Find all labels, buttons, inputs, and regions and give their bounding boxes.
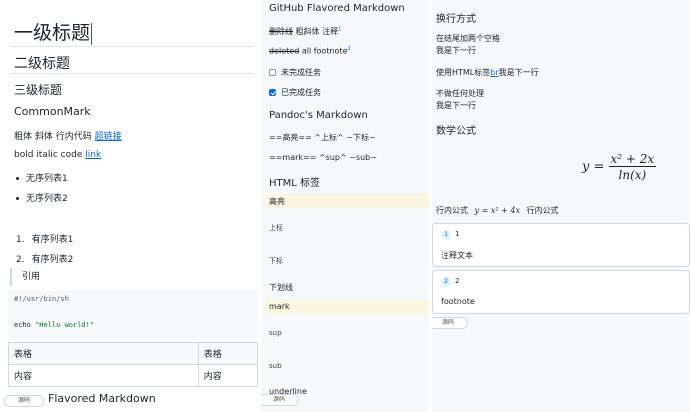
heading-gfm[interactable]: GitHub Flavored Markdown	[269, 3, 405, 14]
list-item[interactable]: 无序列表2	[16, 191, 68, 204]
code-line: #!/usr/bin/sh	[14, 295, 69, 303]
math-block[interactable]: y = x² + 2x ln(x)	[582, 152, 657, 182]
footnote-text[interactable]: footnote	[441, 297, 475, 306]
paragraph-line[interactable]: 在结尾加两个空格	[436, 33, 500, 44]
table-cell[interactable]: 内容	[197, 364, 258, 387]
editor-pane-extras: 换行方式 在结尾加两个空格 我是下一行 使用HTML标签br我是下一行 不做任何…	[432, 0, 690, 412]
hyperlink[interactable]: link	[85, 150, 101, 160]
inline-formatting-line-en[interactable]: bold italic code link	[14, 150, 101, 160]
footnote-card[interactable]: 11 注释文本	[432, 223, 690, 267]
task-item[interactable]: 已完成任务	[269, 87, 321, 98]
markdown-table[interactable]: 表格 表格 内容 内容	[8, 342, 258, 387]
footnote-number-icon: 1	[441, 230, 451, 240]
table-header[interactable]: 表格	[8, 342, 199, 365]
heading-linebreak[interactable]: 换行方式	[436, 10, 476, 25]
list-item[interactable]: 2. 有序列表2	[16, 252, 73, 265]
code-line: echo "Hello world!"	[14, 321, 95, 329]
pandoc-line[interactable]: ==mark== ^sup^ ~sub~	[269, 153, 377, 162]
footnote-ref[interactable]: 2	[347, 46, 350, 52]
math-lhs: y =	[582, 159, 605, 175]
heading-4[interactable]: CommonMark	[14, 105, 91, 118]
table-cell[interactable]: 内容	[8, 364, 199, 387]
heading-math[interactable]: 数学公式	[436, 122, 476, 137]
paragraph-line[interactable]: 我是下一行	[436, 100, 476, 111]
editor-pane-commonmark: 一级标题 二级标题 三级标题 CommonMark 粗体 斜体 行内代码 超链接…	[0, 0, 258, 412]
sub-text[interactable]: sub	[269, 362, 282, 370]
footnote-ref[interactable]: 1	[338, 26, 341, 32]
inline-formatting-line[interactable]: 粗体 斜体 行内代码 超链接	[14, 129, 122, 142]
paragraph-line[interactable]: 使用HTML标签br我是下一行	[436, 67, 539, 78]
task-item[interactable]: 未完成任务	[269, 67, 321, 78]
math-numerator: x² + 2x	[608, 152, 657, 167]
heading-partial[interactable]: Flavored Markdown	[48, 392, 156, 405]
heading-html[interactable]: HTML 标签	[269, 174, 320, 189]
paragraph-line[interactable]: 不做任何处理	[436, 88, 484, 99]
source-button[interactable]: 源码	[261, 394, 299, 406]
deleted-line[interactable]: deleted all footnote2	[269, 46, 351, 56]
math-fraction: x² + 2x ln(x)	[608, 152, 657, 182]
superscript-text[interactable]: 上标	[269, 223, 283, 233]
pandoc-line[interactable]: ==高亮== ^上标^ ~下标~	[269, 132, 376, 143]
math-denominator: ln(x)	[618, 168, 647, 182]
inline-math-line[interactable]: 行内公式 y = x² + 4x 行内公式	[436, 205, 559, 216]
inline-math[interactable]: y = x² + 4x	[475, 206, 520, 215]
footnote-text[interactable]: 注释文本	[441, 250, 473, 261]
heading-1[interactable]: 一级标题	[14, 18, 93, 45]
hyperlink[interactable]: 超链接	[95, 132, 122, 142]
highlight-text[interactable]: 高亮	[269, 196, 285, 207]
html-tag[interactable]: br	[490, 68, 498, 77]
subscript-text[interactable]: 下标	[269, 256, 283, 266]
footnote-number-icon: 2	[441, 277, 451, 287]
code-block[interactable]: #!/usr/bin/sh echo "Hello world!"	[8, 290, 258, 340]
inline-text: 粗体 斜体 行内代码	[14, 132, 92, 142]
footnote-card[interactable]: 22 footnote	[432, 270, 690, 314]
table-header[interactable]: 表格	[197, 342, 258, 365]
source-button[interactable]: 源码	[4, 395, 44, 407]
divider	[10, 73, 254, 74]
heading-2[interactable]: 二级标题	[14, 53, 70, 73]
mark-text[interactable]: mark	[269, 302, 290, 311]
list-item[interactable]: 1. 有序列表1	[16, 232, 73, 245]
checkbox-checked-icon[interactable]	[269, 89, 276, 96]
divider	[10, 46, 254, 47]
sup-text[interactable]: sup	[269, 329, 282, 337]
blockquote[interactable]: 引用	[10, 268, 40, 286]
paragraph-line[interactable]: 我是下一行	[436, 45, 476, 56]
bullet-icon	[16, 197, 19, 200]
editor-pane-gfm: GitHub Flavored Markdown 删除线 粗斜体 注释1 del…	[261, 0, 429, 412]
checkbox-unchecked-icon[interactable]	[269, 69, 276, 76]
text-caret	[91, 22, 93, 45]
heading-3[interactable]: 三级标题	[14, 81, 62, 98]
list-item[interactable]: 无序列表1	[16, 171, 68, 184]
highlight-bg	[265, 194, 429, 208]
strike-line[interactable]: 删除线 粗斜体 注释1	[269, 26, 341, 37]
inline-text: bold italic code	[14, 150, 83, 160]
source-button[interactable]: 源码	[432, 317, 468, 329]
heading-pandoc[interactable]: Pandoc's Markdown	[269, 110, 368, 121]
underline-text[interactable]: 下划线	[269, 282, 293, 293]
bullet-icon	[16, 177, 19, 180]
